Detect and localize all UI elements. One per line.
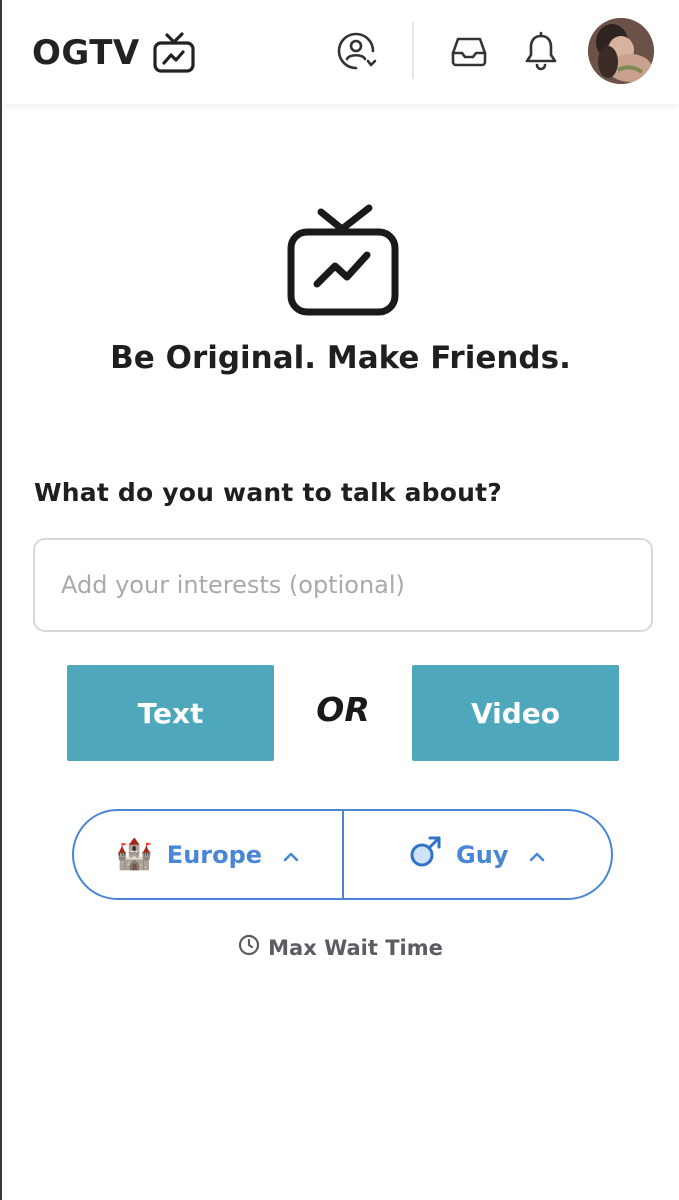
max-wait-time[interactable]: Max Wait Time [2, 934, 679, 961]
video-chat-button[interactable]: Video [412, 665, 619, 761]
chevron-up-icon [282, 841, 300, 869]
castle-icon: 🏰 [115, 836, 153, 872]
top-bar: OGTV [2, 0, 679, 104]
interests-question: What do you want to talk about? [34, 478, 503, 507]
match-filters: 🏰 Europe Guy [72, 809, 613, 900]
region-selector[interactable]: 🏰 Europe [74, 811, 342, 898]
clock-icon [238, 934, 260, 961]
header-divider [412, 22, 414, 79]
profile-refresh-icon[interactable] [334, 29, 378, 73]
brand[interactable]: OGTV [32, 28, 196, 78]
brand-name: OGTV [32, 33, 140, 73]
inbox-icon[interactable] [447, 29, 491, 73]
max-wait-label: Max Wait Time [268, 935, 443, 960]
male-symbol-icon [408, 835, 442, 875]
text-chat-button[interactable]: Text [67, 665, 274, 761]
or-separator: OR [316, 690, 370, 729]
avatar[interactable] [588, 18, 654, 84]
chevron-up-icon [528, 841, 546, 869]
tv-logo-icon [152, 31, 196, 75]
interests-input[interactable] [33, 538, 653, 632]
tagline: Be Original. Make Friends. [110, 340, 571, 376]
region-label: Europe [166, 840, 263, 869]
gender-selector[interactable]: Guy [341, 811, 612, 898]
app-frame: OGTV Be Original. Make Friends. What do … [0, 0, 679, 1200]
bell-icon[interactable] [519, 29, 563, 73]
gender-label: Guy [456, 840, 509, 869]
tv-trending-icon [283, 202, 403, 322]
